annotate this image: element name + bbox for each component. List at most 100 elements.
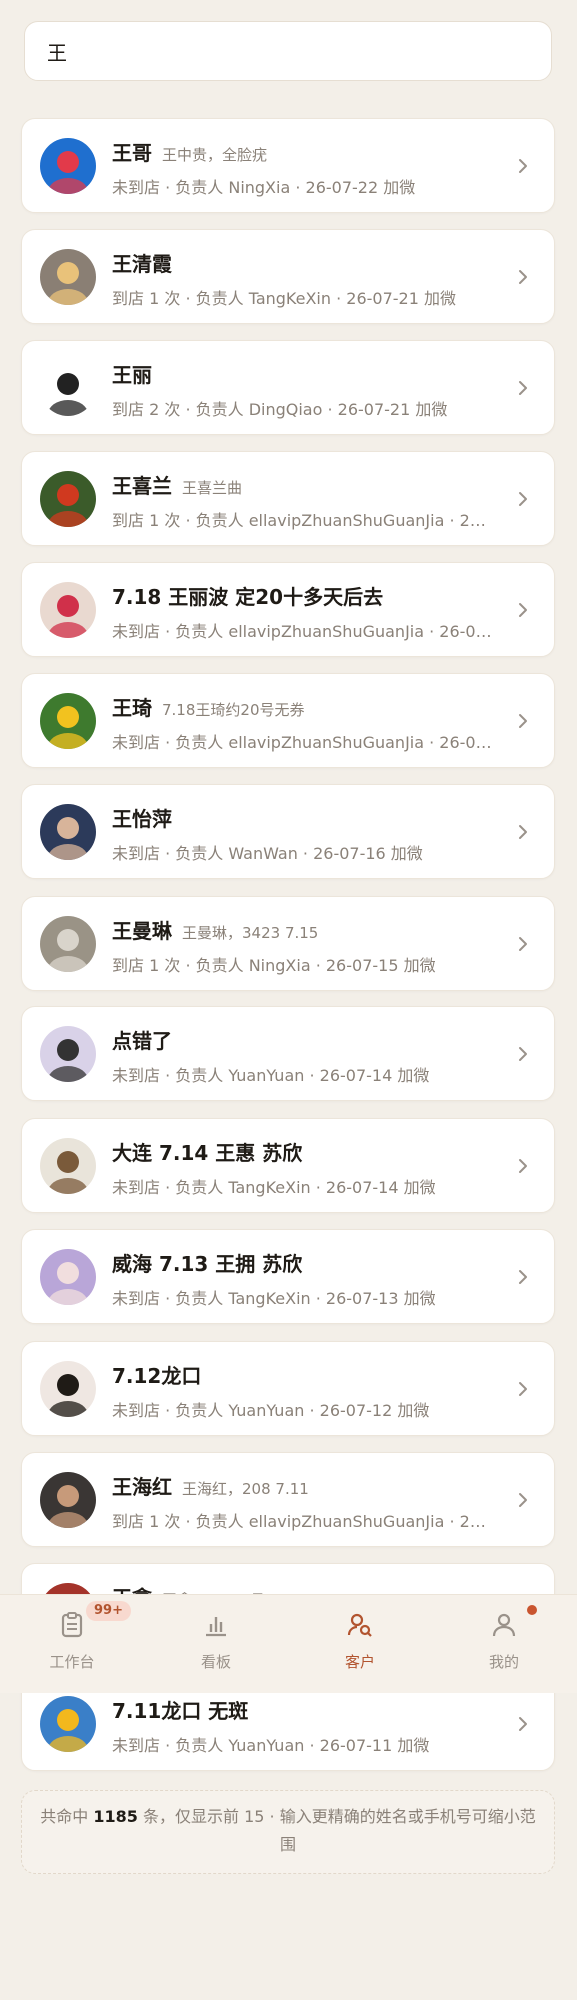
customer-meta: 到店 1 次 · 负责人 ellavipZhuanShuGuanJia · 26… xyxy=(112,511,496,530)
avatar xyxy=(40,138,96,194)
customer-name: 7.11龙口 无斑 xyxy=(112,1699,249,1723)
tab-customers-label: 客户 xyxy=(344,1653,375,1671)
customer-card[interactable]: 7.12龙口 未到店 · 负责人 YuanYuan · 26-07-12 加微 xyxy=(21,1341,555,1436)
avatar xyxy=(40,360,96,416)
customer-name: 7.12龙口 xyxy=(112,1364,202,1388)
customer-meta: 到店 1 次 · 负责人 NingXia · 26-07-15 加微 xyxy=(112,956,436,975)
customer-name: 王曼琳 xyxy=(112,919,172,943)
title-row: 7.11龙口 无斑 xyxy=(112,1695,494,1724)
title-row: 王怡萍 xyxy=(112,803,494,832)
title-row: 大连 7.14 王惠 苏欣 xyxy=(112,1137,494,1166)
chevron-right-icon xyxy=(519,714,527,728)
chevron-right-icon xyxy=(519,381,527,395)
customer-card[interactable]: 王曼琳 王曼琳，3423 7.15 到店 1 次 · 负责人 NingXia · 2… xyxy=(21,896,555,991)
customer-name: 王哥 xyxy=(112,141,152,165)
customer-meta: 未到店 · 负责人 NingXia · 26-07-22 加微 xyxy=(112,178,416,197)
title-row: 7.12龙口 xyxy=(112,1360,494,1389)
avatar xyxy=(40,1026,96,1082)
tab-customers[interactable]: 客户 xyxy=(288,1595,432,1693)
customer-meta: 未到店 · 负责人 TangKeXin · 26-07-14 加微 xyxy=(112,1178,436,1197)
title-row: 王清霞 xyxy=(112,248,494,277)
customer-note: 王海红，208 7.11 xyxy=(182,1480,309,1498)
chevron-right-icon xyxy=(519,937,527,951)
customer-card[interactable]: 王琦 7.18王琦约20号无券未到店 · 负责人 ellavipZhuanShuG… xyxy=(21,673,555,768)
customer-card[interactable]: 大连 7.14 王惠 苏欣未到店 · 负责人 TangKeXin · 26-07… xyxy=(21,1118,555,1213)
chevron-right-icon xyxy=(519,1493,527,1507)
avatar xyxy=(40,471,96,527)
workbench-badge: 99+ xyxy=(86,1601,131,1621)
customer-name: 大连 7.14 王惠 苏欣 xyxy=(112,1141,303,1165)
bar-chart-icon xyxy=(206,1617,226,1637)
avatar xyxy=(40,1696,96,1752)
customer-card[interactable]: 王怡萍未到店 · 负责人 WanWan · 26-07-16 加微 xyxy=(21,784,555,879)
chevron-right-icon xyxy=(519,1047,527,1061)
customer-card[interactable]: 王喜兰 王喜兰曲到店 1 次 · 负责人 ellavipZhuanShuGuanJ… xyxy=(21,451,555,546)
customer-card[interactable]: 王哥 王中贵，全脸疣未到店 · 负责人 NingXia · 26-07-22 加微 xyxy=(21,118,555,213)
avatar xyxy=(40,1472,96,1528)
title-row: 点错了 xyxy=(112,1025,494,1054)
customer-name: 王喜兰 xyxy=(112,474,172,498)
avatar xyxy=(40,1361,96,1417)
person-icon xyxy=(492,1613,516,1637)
customer-card[interactable]: 威海 7.13 王拥 苏欣 未到店 · 负责人 TangKeXin · 26-07… xyxy=(21,1229,555,1324)
chevron-right-icon xyxy=(519,492,527,506)
tab-me[interactable]: 我的 xyxy=(432,1595,576,1693)
avatar xyxy=(40,249,96,305)
chevron-right-icon xyxy=(519,1159,527,1173)
search-input[interactable] xyxy=(45,38,531,64)
result-count-prefix: 共命中 xyxy=(40,1807,94,1826)
chevron-right-icon xyxy=(519,603,527,617)
avatar xyxy=(40,804,96,860)
title-row: 王哥 王中贵，全脸疣 xyxy=(112,137,494,166)
customer-meta: 到店 2 次 · 负责人 DingQiao · 26-07-21 加微 xyxy=(112,400,448,419)
tab-dashboard-label: 看板 xyxy=(200,1653,231,1671)
avatar xyxy=(40,693,96,749)
customer-card[interactable]: 点错了未到店 · 负责人 YuanYuan · 26-07-14 加微 xyxy=(21,1006,555,1101)
customer-name: 王怡萍 xyxy=(112,807,172,831)
customer-name: 7.18 王丽波 定20十多天后去 xyxy=(112,585,384,609)
customer-card[interactable]: 王海红 王海红，208 7.11 到店 1 次 · 负责人 ellavipZhuan… xyxy=(21,1452,555,1547)
title-row: 王琦 7.18王琦约20号无券 xyxy=(112,692,494,721)
customer-name: 威海 7.13 王拥 苏欣 xyxy=(112,1252,303,1276)
customer-meta: 未到店 · 负责人 ellavipZhuanShuGuanJia · 26-07… xyxy=(112,733,496,752)
clipboard-icon xyxy=(61,1612,83,1638)
notification-dot xyxy=(527,1605,537,1615)
title-row: 王喜兰 王喜兰曲 xyxy=(112,470,494,499)
title-row: 威海 7.13 王拥 苏欣 xyxy=(112,1248,494,1277)
tab-workbench[interactable]: 99+ 工作台 xyxy=(0,1595,144,1693)
customer-name: 王清霞 xyxy=(112,252,172,276)
avatar xyxy=(40,1138,96,1194)
chevron-right-icon xyxy=(519,270,527,284)
customer-note: 王曼琳，3423 7.15 xyxy=(182,924,319,942)
tab-dashboard[interactable]: 看板 xyxy=(144,1595,288,1693)
customer-meta: 未到店 · 负责人 WanWan · 26-07-16 加微 xyxy=(112,844,423,863)
customer-note: 王中贵，全脸疣 xyxy=(162,146,268,164)
search-box[interactable] xyxy=(24,21,552,81)
title-row: 王曼琳 王曼琳，3423 7.15 xyxy=(112,915,494,944)
customer-meta: 到店 1 次 · 负责人 TangKeXin · 26-07-21 加微 xyxy=(112,289,456,308)
avatar xyxy=(40,1249,96,1305)
customer-name: 王丽 xyxy=(112,363,152,387)
customer-meta: 未到店 · 负责人 YuanYuan · 26-07-11 加微 xyxy=(112,1736,430,1755)
chevron-right-icon xyxy=(519,1270,527,1284)
customer-note: 王喜兰曲 xyxy=(182,479,243,497)
customer-note: 7.18王琦约20号无券 xyxy=(162,701,305,719)
title-row: 王丽 xyxy=(112,359,494,388)
customer-card[interactable]: 王清霞到店 1 次 · 负责人 TangKeXin · 26-07-21 加微 xyxy=(21,229,555,324)
result-count-suffix: 条，仅显示前 15 · 输入更精确的姓名或手机号可缩小范围 xyxy=(137,1807,536,1854)
avatar xyxy=(40,916,96,972)
customer-card[interactable]: 7.18 王丽波 定20十多天后去未到店 · 负责人 ellavipZhuanS… xyxy=(21,562,555,657)
chevron-right-icon xyxy=(519,1717,527,1731)
user-search-icon xyxy=(347,1613,372,1637)
customer-meta: 未到店 · 负责人 YuanYuan · 26-07-14 加微 xyxy=(112,1066,430,1085)
customer-name: 点错了 xyxy=(112,1029,172,1053)
customer-card[interactable]: 王丽到店 2 次 · 负责人 DingQiao · 26-07-21 加微 xyxy=(21,340,555,435)
chevron-right-icon xyxy=(519,159,527,173)
result-count-number: 1185 xyxy=(93,1807,138,1826)
title-row: 7.18 王丽波 定20十多天后去 xyxy=(112,581,494,610)
result-count-note: 共命中 1185 条，仅显示前 15 · 输入更精确的姓名或手机号可缩小范围 xyxy=(21,1790,555,1874)
customer-meta: 未到店 · 负责人 ellavipZhuanShuGuanJia · 26-07… xyxy=(112,622,496,641)
bottom-tab-bar: 99+ 工作台 看板 客户 我的 xyxy=(0,1594,577,1693)
chevron-right-icon xyxy=(519,825,527,839)
chevron-right-icon xyxy=(519,1382,527,1396)
